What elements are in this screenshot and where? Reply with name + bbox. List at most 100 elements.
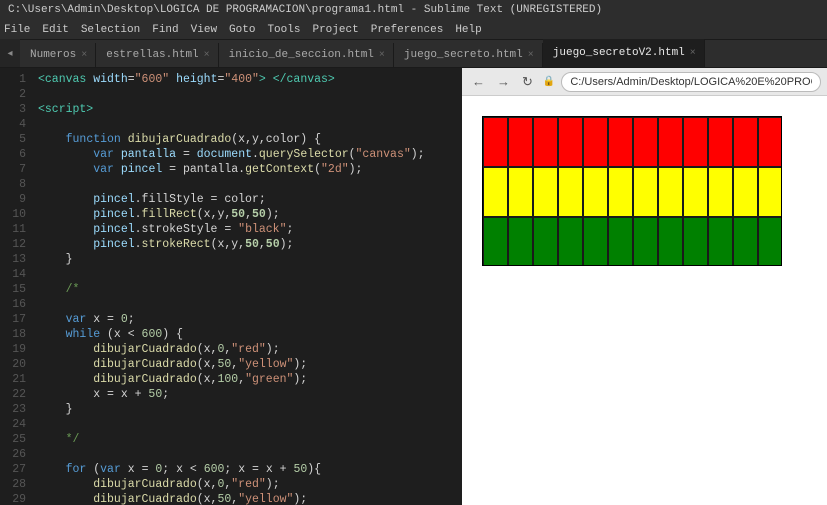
line-numbers: 1234567891011121314151617181920212223242… <box>6 68 34 505</box>
code-line-18: while (x < 600) { <box>34 327 462 342</box>
canvas-cell-2-0 <box>483 217 508 266</box>
menu-project[interactable]: Project <box>312 24 358 36</box>
tab-juego2[interactable]: juego_secretoV2.html × <box>543 39 705 67</box>
code-line-20: dibujarCuadrado(x,50,"yellow"); <box>34 357 462 372</box>
canvas-cell-1-5 <box>608 167 633 217</box>
canvas-cell-1-10 <box>733 167 758 217</box>
canvas-cell-0-1 <box>508 117 533 167</box>
canvas-cell-0-8 <box>683 117 708 167</box>
tab-inicio-label: inicio_de_seccion.html <box>229 49 374 61</box>
code-area[interactable]: <canvas width="600" height="400"> </canv… <box>34 68 462 505</box>
menu-selection[interactable]: Selection <box>81 24 140 36</box>
code-line-28: dibujarCuadrado(x,0,"red"); <box>34 477 462 492</box>
title-text: C:\Users\Admin\Desktop\LOGICA DE PROGRAM… <box>8 4 602 16</box>
canvas-cell-2-8 <box>683 217 708 266</box>
menu-find[interactable]: Find <box>152 24 178 36</box>
canvas-cell-2-9 <box>708 217 733 266</box>
canvas-cell-2-11 <box>758 217 782 266</box>
menu-help[interactable]: Help <box>455 24 481 36</box>
canvas-cell-1-7 <box>658 167 683 217</box>
canvas-cell-2-1 <box>508 217 533 266</box>
code-line-17: var x = 0; <box>34 312 462 327</box>
canvas-cell-0-0 <box>483 117 508 167</box>
canvas-cell-0-6 <box>633 117 658 167</box>
code-line-22: x = x + 50; <box>34 387 462 402</box>
tab-scroll-left[interactable]: ◂ <box>0 39 20 67</box>
canvas-cell-0-5 <box>608 117 633 167</box>
code-line-12: pincel.strokeRect(x,y,50,50); <box>34 237 462 252</box>
code-line-26 <box>34 447 462 462</box>
canvas-cell-1-0 <box>483 167 508 217</box>
tab-numeros[interactable]: Numeros × <box>20 43 96 67</box>
code-line-13: } <box>34 252 462 267</box>
code-line-19: dibujarCuadrado(x,0,"red"); <box>34 342 462 357</box>
tab-numeros-close[interactable]: × <box>81 50 87 61</box>
tab-estrellas-label: estrellas.html <box>106 49 198 61</box>
code-line-1: <canvas width="600" height="400"> </canv… <box>34 72 462 87</box>
menu-view[interactable]: View <box>191 24 217 36</box>
tab-inicio[interactable]: inicio_de_seccion.html × <box>219 43 394 67</box>
canvas-cell-2-2 <box>533 217 558 266</box>
tab-juego2-close[interactable]: × <box>690 48 696 59</box>
tab-bar: ◂ Numeros × estrellas.html × inicio_de_s… <box>0 40 827 68</box>
archive-icon: 🔒 <box>543 76 555 88</box>
browser-content <box>462 96 827 505</box>
code-line-5: function dibujarCuadrado(x,y,color) { <box>34 132 462 147</box>
canvas-cell-2-10 <box>733 217 758 266</box>
code-line-14 <box>34 267 462 282</box>
code-line-24 <box>34 417 462 432</box>
code-line-7: var pincel = pantalla.getContext("2d"); <box>34 162 462 177</box>
code-line-10: pincel.fillRect(x,y,50,50); <box>34 207 462 222</box>
code-line-15: /* <box>34 282 462 297</box>
code-line-25: */ <box>34 432 462 447</box>
menu-goto[interactable]: Goto <box>229 24 255 36</box>
menu-file[interactable]: File <box>4 24 30 36</box>
canvas-cell-1-4 <box>583 167 608 217</box>
canvas-cell-0-10 <box>733 117 758 167</box>
code-line-21: dibujarCuadrado(x,100,"green"); <box>34 372 462 387</box>
tab-estrellas-close[interactable]: × <box>204 50 210 61</box>
code-line-23: } <box>34 402 462 417</box>
browser-back-button[interactable]: ← <box>468 72 489 91</box>
canvas-cell-0-11 <box>758 117 782 167</box>
code-line-16 <box>34 297 462 312</box>
browser-forward-button[interactable]: → <box>493 72 514 91</box>
canvas-cell-2-6 <box>633 217 658 266</box>
tab-juego1-close[interactable]: × <box>528 50 534 61</box>
code-line-11: pincel.strokeStyle = "black"; <box>34 222 462 237</box>
tab-numeros-label: Numeros <box>30 49 76 61</box>
canvas-cell-1-2 <box>533 167 558 217</box>
menu-edit[interactable]: Edit <box>42 24 68 36</box>
code-line-29: dibujarCuadrado(x,50,"yellow"); <box>34 492 462 505</box>
canvas-cell-0-3 <box>558 117 583 167</box>
canvas-cell-2-7 <box>658 217 683 266</box>
tab-juego1-label: juego_secreto.html <box>404 49 523 61</box>
browser-panel: ← → ↻ 🔒 <box>462 68 827 505</box>
browser-toolbar: ← → ↻ 🔒 <box>462 68 827 96</box>
code-line-3: <script> <box>34 102 462 117</box>
canvas-cell-1-3 <box>558 167 583 217</box>
browser-refresh-button[interactable]: ↻ <box>518 72 537 92</box>
canvas-cell-2-5 <box>608 217 633 266</box>
canvas-cell-0-2 <box>533 117 558 167</box>
menu-tools[interactable]: Tools <box>267 24 300 36</box>
canvas-cell-1-9 <box>708 167 733 217</box>
canvas-cell-1-11 <box>758 167 782 217</box>
tab-juego2-label: juego_secretoV2.html <box>553 47 685 59</box>
address-bar[interactable] <box>561 72 821 92</box>
code-line-8 <box>34 177 462 192</box>
tab-inicio-close[interactable]: × <box>379 50 385 61</box>
canvas-cell-0-9 <box>708 117 733 167</box>
menu-preferences[interactable]: Preferences <box>371 24 444 36</box>
canvas-cell-0-4 <box>583 117 608 167</box>
canvas-cell-1-1 <box>508 167 533 217</box>
canvas-cell-2-4 <box>583 217 608 266</box>
code-line-9: pincel.fillStyle = color; <box>34 192 462 207</box>
canvas-cell-2-3 <box>558 217 583 266</box>
title-bar: C:\Users\Admin\Desktop\LOGICA DE PROGRAM… <box>0 0 827 20</box>
canvas-display <box>482 116 782 266</box>
canvas-cell-1-6 <box>633 167 658 217</box>
editor-panel: 1234567891011121314151617181920212223242… <box>0 68 462 505</box>
tab-juego1[interactable]: juego_secreto.html × <box>394 43 543 67</box>
tab-estrellas[interactable]: estrellas.html × <box>96 43 218 67</box>
